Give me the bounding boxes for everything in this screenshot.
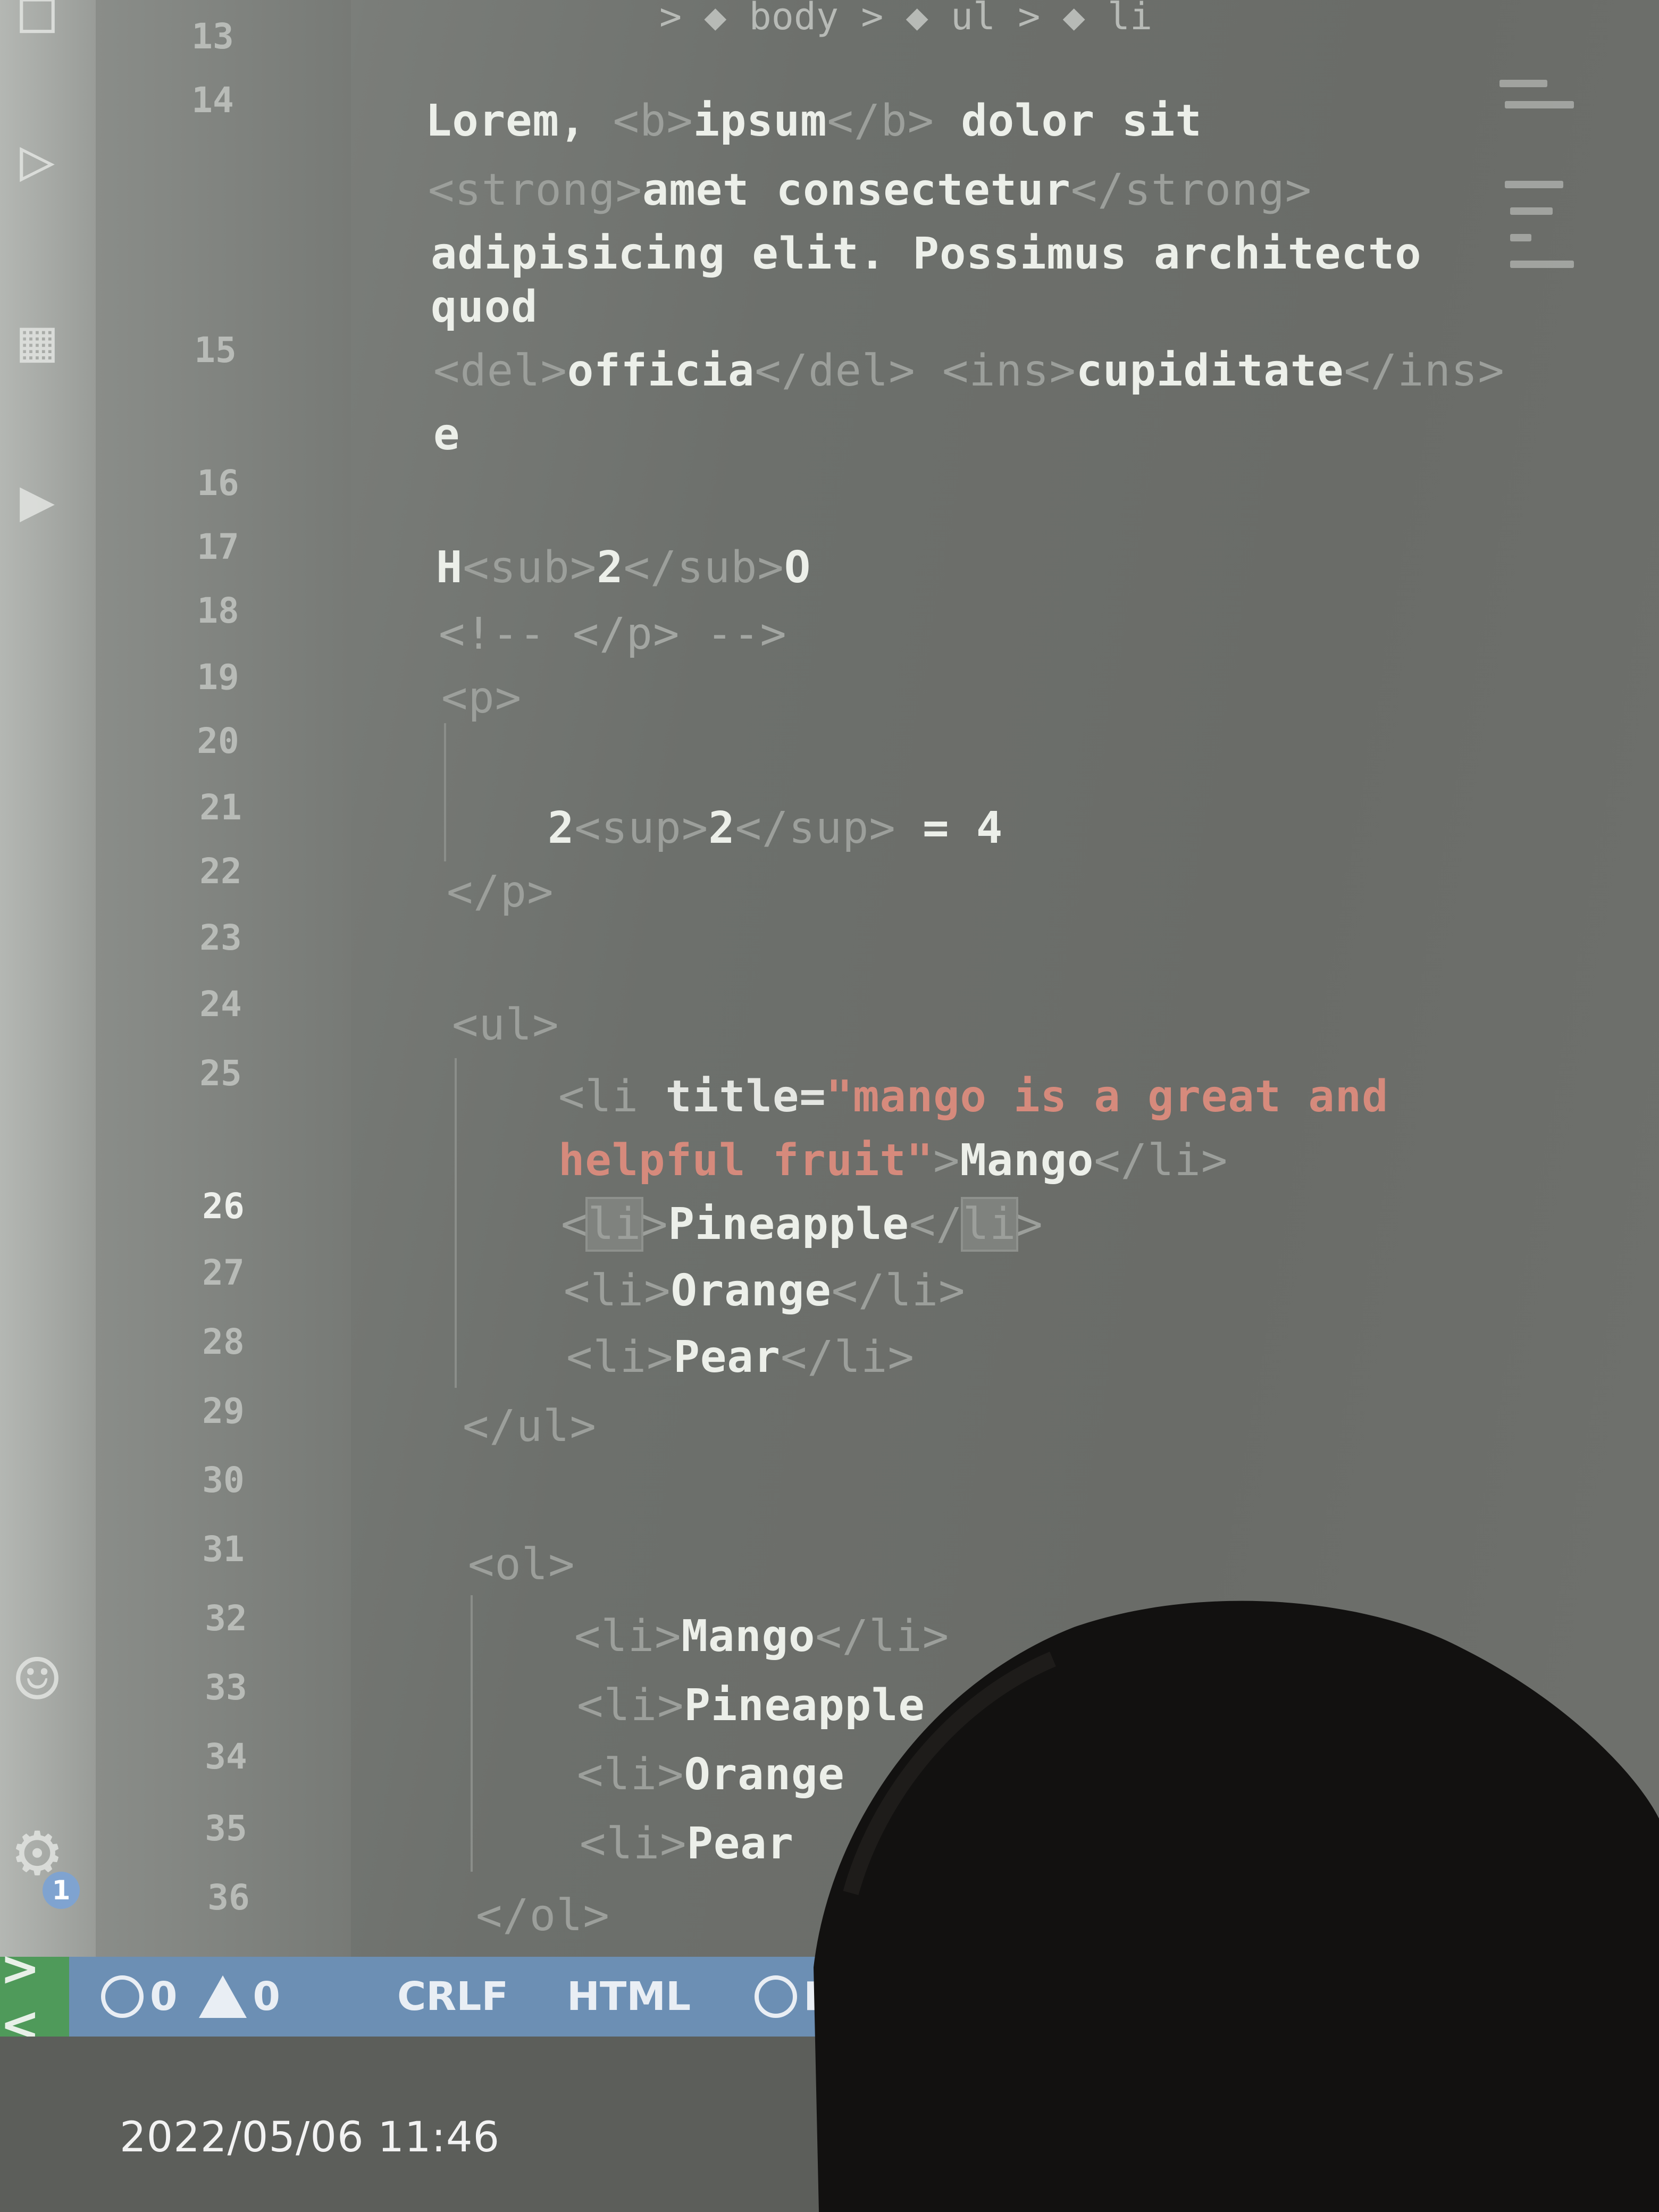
line-number: 29 xyxy=(202,1390,245,1431)
code-line: <del>officia</del> <ins>cupiditate</ins> xyxy=(433,346,1505,396)
code-line: H<sub>2</sub>O xyxy=(436,542,811,593)
run-debug-icon[interactable]: ▷ xyxy=(5,128,69,191)
line-number: 22 xyxy=(199,851,242,892)
code-line: <strong>amet consectetur</strong> xyxy=(428,165,1312,215)
code-line: <li>Pear</li> xyxy=(566,1332,915,1382)
line-number-active: 26 xyxy=(202,1186,245,1227)
photo-of-projected-editor: □ ▷ ▦ ▶ ☺ ⚙ 1 13 14 15 16 17 18 19 20 21… xyxy=(0,0,1659,2212)
line-number: 25 xyxy=(199,1053,242,1094)
line-number: 14 xyxy=(191,80,234,121)
line-number: 21 xyxy=(199,787,242,828)
remote-indicator-button[interactable]: >< xyxy=(0,1941,69,2052)
code-line: <li>Orange</li> xyxy=(564,1266,966,1316)
code-line: e xyxy=(433,409,460,460)
line-number: 13 xyxy=(191,16,234,57)
code-line: <li>Orange xyxy=(577,1749,845,1800)
warning-icon xyxy=(198,1975,247,2018)
prettier-icon xyxy=(755,1975,798,2018)
line-number: 24 xyxy=(199,984,242,1025)
code-line: adipisicing elit. Possimus architecto xyxy=(431,229,1422,279)
photo-timestamp: 2022/05/06 11:46 xyxy=(120,2114,500,2161)
code-line: <ul> xyxy=(452,1000,559,1050)
code-line-active: <li>Pineapple</li> xyxy=(561,1197,1043,1252)
language-mode-indicator[interactable]: HTML xyxy=(567,1974,691,2020)
error-icon xyxy=(101,1975,144,2018)
line-number: 16 xyxy=(197,463,239,504)
line-ending-indicator[interactable]: CRLF xyxy=(397,1974,508,2020)
line-number: 27 xyxy=(202,1252,245,1293)
line-number-gutter: 13 14 15 16 17 18 19 20 21 22 23 24 25 2… xyxy=(96,0,351,1957)
code-line: <li>Pineapple xyxy=(577,1680,925,1731)
line-number: 19 xyxy=(197,657,239,698)
files-icon[interactable]: □ xyxy=(5,0,69,43)
code-line: <p> xyxy=(441,673,522,723)
line-number: 28 xyxy=(202,1321,245,1362)
line-number: 17 xyxy=(197,526,239,567)
line-number: 31 xyxy=(202,1529,245,1570)
code-line: <li title="mango is a great and xyxy=(558,1071,1389,1122)
line-number: 23 xyxy=(199,917,242,958)
code-line: </p> xyxy=(447,867,554,917)
line-number: 33 xyxy=(205,1667,247,1708)
code-line: <li>Pear xyxy=(580,1819,794,1869)
code-line: Lorem, <b>ipsum</b> dolor sit xyxy=(425,96,1202,146)
code-line: quod xyxy=(431,282,538,332)
line-number: 15 xyxy=(194,330,237,371)
accounts-icon[interactable]: ☺ xyxy=(5,1643,69,1717)
indent-guide xyxy=(444,723,446,861)
status-bar: >< 0 0 CRLF HTML P xyxy=(0,1941,1659,2052)
line-number: 35 xyxy=(205,1808,247,1849)
error-count: 0 xyxy=(150,1974,178,2020)
extensions-icon[interactable]: ▦ xyxy=(5,308,69,372)
line-number: 32 xyxy=(205,1598,247,1639)
code-line: <ol> xyxy=(468,1539,575,1590)
remote-explorer-icon[interactable]: ▶ xyxy=(5,468,69,532)
line-number: 20 xyxy=(197,720,239,761)
code-line: 2<sup>2</sup> = 4 xyxy=(548,803,1003,853)
line-number: 34 xyxy=(205,1736,247,1777)
code-comment: <!-- </p> --> xyxy=(439,609,787,659)
problems-indicator[interactable]: 0 0 xyxy=(101,1974,280,2020)
indent-guide xyxy=(455,1058,457,1388)
activity-bar: □ ▷ ▦ ▶ ☺ ⚙ 1 xyxy=(0,0,96,1957)
code-line: helpful fruit">Mango</li> xyxy=(558,1135,1228,1186)
settings-badge: 1 xyxy=(43,1872,80,1909)
code-line: <li>Mango</li> xyxy=(574,1611,950,1662)
line-number: 18 xyxy=(197,590,239,631)
line-number: 30 xyxy=(202,1460,245,1501)
line-number: 36 xyxy=(207,1877,250,1918)
warning-count: 0 xyxy=(253,1974,281,2020)
code-editor[interactable]: Lorem, <b>ipsum</b> dolor sit <strong>am… xyxy=(351,0,1659,1957)
prettier-indicator[interactable]: P xyxy=(755,1974,832,2020)
indent-guide xyxy=(471,1595,473,1872)
code-line: </ol> xyxy=(476,1890,610,1941)
code-line: </ul> xyxy=(463,1401,597,1452)
